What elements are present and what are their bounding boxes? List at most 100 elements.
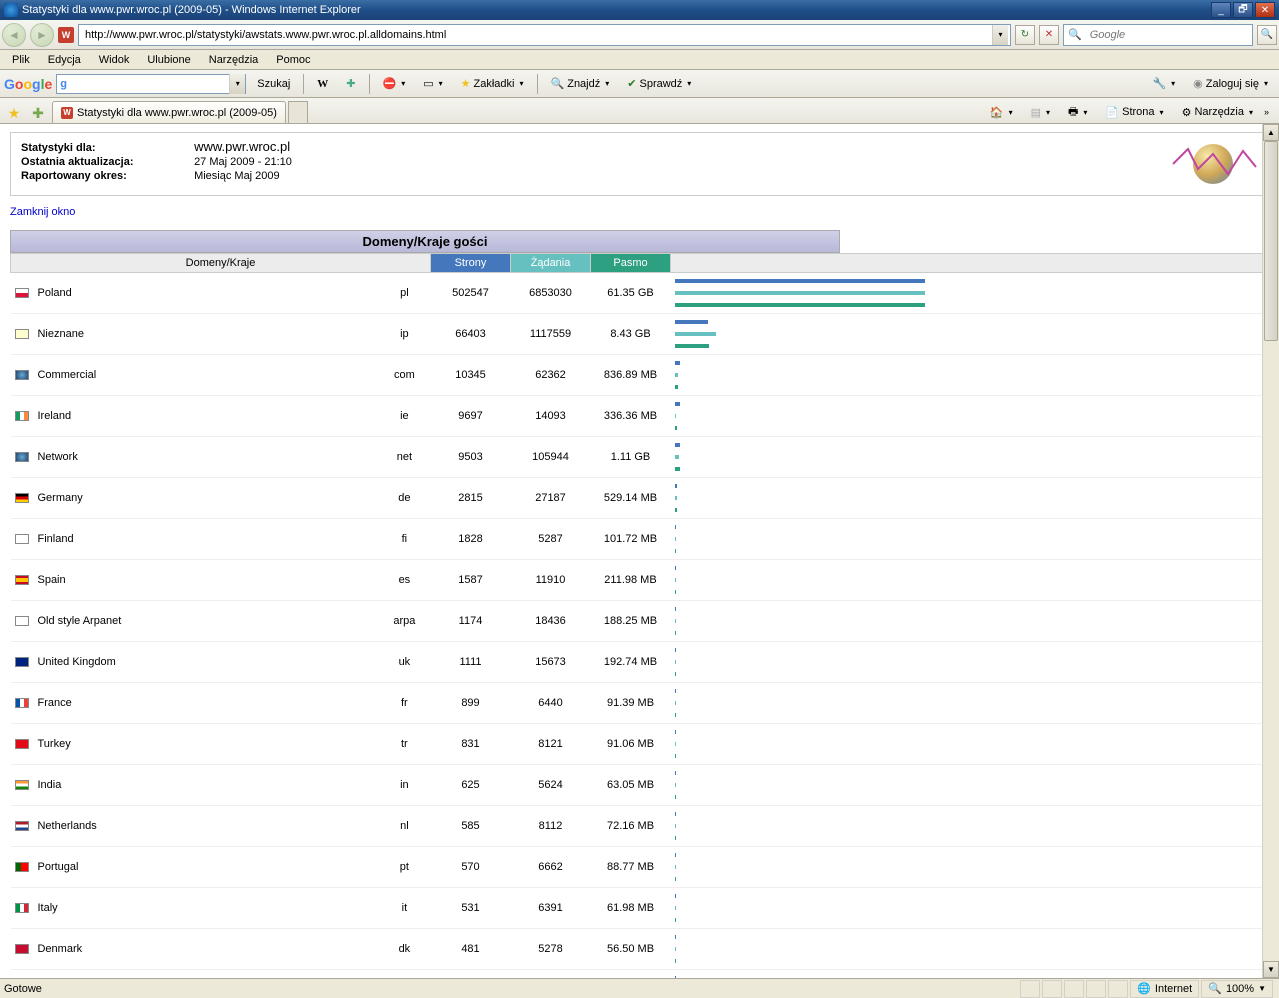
autofill-button[interactable]: ▭ <box>416 73 449 95</box>
table-row: Netherlandsnl585811272.16 MB <box>11 806 1269 847</box>
table-row: Finlandfi18285287101.72 MB <box>11 519 1269 560</box>
tab-active[interactable]: W Statystyki dla www.pwr.wroc.pl (2009-0… <box>52 101 286 123</box>
zaloguj-button[interactable]: ◉ Zaloguj się <box>1186 73 1275 95</box>
find-icon: 🔍 <box>551 77 565 90</box>
zoom-control[interactable]: 🔍100% ▼ <box>1201 980 1273 998</box>
strona-button[interactable]: 📄 Strona <box>1098 101 1170 123</box>
popup-icon: ⛔ <box>383 77 397 90</box>
pages-value: 899 <box>431 683 511 724</box>
bar-cell <box>671 355 1269 396</box>
bw-value: 101.72 MB <box>591 519 671 560</box>
znajdz-button[interactable]: 🔍 Znajdź <box>544 73 617 95</box>
menu-narzedzia[interactable]: Narzędzia <box>201 52 267 68</box>
minimize-button[interactable]: _ <box>1211 2 1231 18</box>
country-name: Portugal <box>33 847 378 888</box>
stats-header-box: Statystyki dla: www.pwr.wroc.pl Ostatnia… <box>10 132 1269 196</box>
chevron-icon[interactable]: » <box>1264 107 1269 117</box>
settings-button[interactable]: 🔧 <box>1145 73 1182 95</box>
menu-plik[interactable]: Plik <box>4 52 38 68</box>
bw-value: 61.35 GB <box>591 273 671 314</box>
stop-button[interactable]: ✕ <box>1039 25 1059 45</box>
zakladki-button[interactable]: ★ Zakładki <box>454 73 531 95</box>
pages-value: 570 <box>431 847 511 888</box>
flag-icon <box>15 657 29 667</box>
pages-value: 9503 <box>431 437 511 478</box>
url-input[interactable] <box>81 29 992 41</box>
wikipedia-icon: W <box>317 78 328 90</box>
narzedzia-button[interactable]: ⚙ Narzędzia <box>1175 101 1260 123</box>
table-row: Spaines158711910211.98 MB <box>11 560 1269 601</box>
bw-value: 836.89 MB <box>591 355 671 396</box>
col-pages: Strony <box>431 254 511 273</box>
google-search-dropdown[interactable]: ▾ <box>229 74 245 94</box>
print-button[interactable]: 🖶 <box>1061 101 1094 123</box>
refresh-button[interactable]: ↻ <box>1015 25 1035 45</box>
country-code: de <box>378 478 430 519</box>
country-name: Czech Republic <box>33 970 378 979</box>
window-title: Statystyki dla www.pwr.wroc.pl (2009-05)… <box>22 4 1211 16</box>
bar-cell <box>671 929 1269 970</box>
add-favorites-icon[interactable]: ✚ <box>28 103 48 123</box>
search-input[interactable] <box>1086 29 1252 41</box>
forward-button[interactable]: ► <box>30 23 54 47</box>
search-box[interactable]: 🔍 <box>1063 24 1253 46</box>
google-search-input[interactable] <box>70 78 229 90</box>
feeds-button[interactable]: ▤ <box>1024 101 1057 123</box>
scroll-thumb[interactable] <box>1264 141 1278 341</box>
wikipedia-button[interactable]: W <box>310 73 335 95</box>
address-bar[interactable]: ▾ <box>78 24 1011 46</box>
home-button[interactable]: 🏠 <box>983 101 1020 123</box>
search-go-button[interactable]: 🔍 <box>1257 25 1277 45</box>
country-code: nl <box>378 806 430 847</box>
hits-value: 8121 <box>511 724 591 765</box>
back-button[interactable]: ◄ <box>2 23 26 47</box>
hits-value: 27187 <box>511 478 591 519</box>
restore-button[interactable]: 🗗 <box>1233 2 1253 18</box>
menu-pomoc[interactable]: Pomoc <box>268 52 318 68</box>
scroll-up-button[interactable]: ▲ <box>1263 124 1279 141</box>
nav-toolbar: ◄ ► W ▾ ↻ ✕ 🔍 🔍 <box>0 20 1279 50</box>
bw-value: 72.16 MB <box>591 806 671 847</box>
address-dropdown[interactable]: ▾ <box>992 25 1008 45</box>
menu-widok[interactable]: Widok <box>91 52 138 68</box>
close-button[interactable]: ✕ <box>1255 2 1275 18</box>
google-search-box[interactable]: g ▾ <box>56 74 246 94</box>
col-bars <box>671 254 1269 273</box>
security-zone[interactable]: 🌐Internet <box>1130 980 1199 998</box>
menu-edycja[interactable]: Edycja <box>40 52 89 68</box>
flag-icon <box>15 739 29 749</box>
close-window-link[interactable]: Zamknij okno <box>10 206 75 218</box>
menu-ulubione[interactable]: Ulubione <box>139 52 198 68</box>
favorites-star-icon[interactable]: ★ <box>4 103 24 123</box>
page-content: Statystyki dla: www.pwr.wroc.pl Ostatnia… <box>0 124 1279 978</box>
search-icon: 🔍 <box>1064 28 1086 41</box>
country-name: Germany <box>33 478 378 519</box>
globe-icon: 🌐 <box>1137 982 1151 995</box>
country-code: com <box>378 355 430 396</box>
popup-blocker-button[interactable]: ⛔ <box>376 73 413 95</box>
page-icon: 📄 <box>1105 106 1119 119</box>
new-tab-button[interactable] <box>288 101 308 123</box>
table-row: Germanyde281527187529.14 MB <box>11 478 1269 519</box>
country-code: pl <box>378 273 430 314</box>
bar-cell <box>671 396 1269 437</box>
scroll-down-button[interactable]: ▼ <box>1263 961 1279 978</box>
hits-value: 6662 <box>511 847 591 888</box>
hits-value: 5287 <box>511 519 591 560</box>
wrench-icon: 🔧 <box>1152 77 1166 90</box>
country-code: net <box>378 437 430 478</box>
share-button[interactable]: ✚ <box>339 73 362 95</box>
col-domain: Domeny/Kraje <box>11 254 431 273</box>
stats-for-label: Statystyki dla: <box>21 142 191 154</box>
bar-cell <box>671 478 1269 519</box>
sprawdz-button[interactable]: ✔ Sprawdź <box>620 73 698 95</box>
szukaj-button[interactable]: Szukaj <box>250 73 297 95</box>
vertical-scrollbar[interactable]: ▲ ▼ <box>1262 124 1279 978</box>
table-row: United Kingdomuk111115673192.74 MB <box>11 642 1269 683</box>
pages-value: 66403 <box>431 314 511 355</box>
flag-icon <box>15 698 29 708</box>
domains-table: Domeny/Kraje Strony Żądania Pasmo Poland… <box>10 253 1269 978</box>
table-row: Irelandie969714093336.36 MB <box>11 396 1269 437</box>
ie-icon <box>4 3 18 17</box>
bar-cell <box>671 437 1269 478</box>
